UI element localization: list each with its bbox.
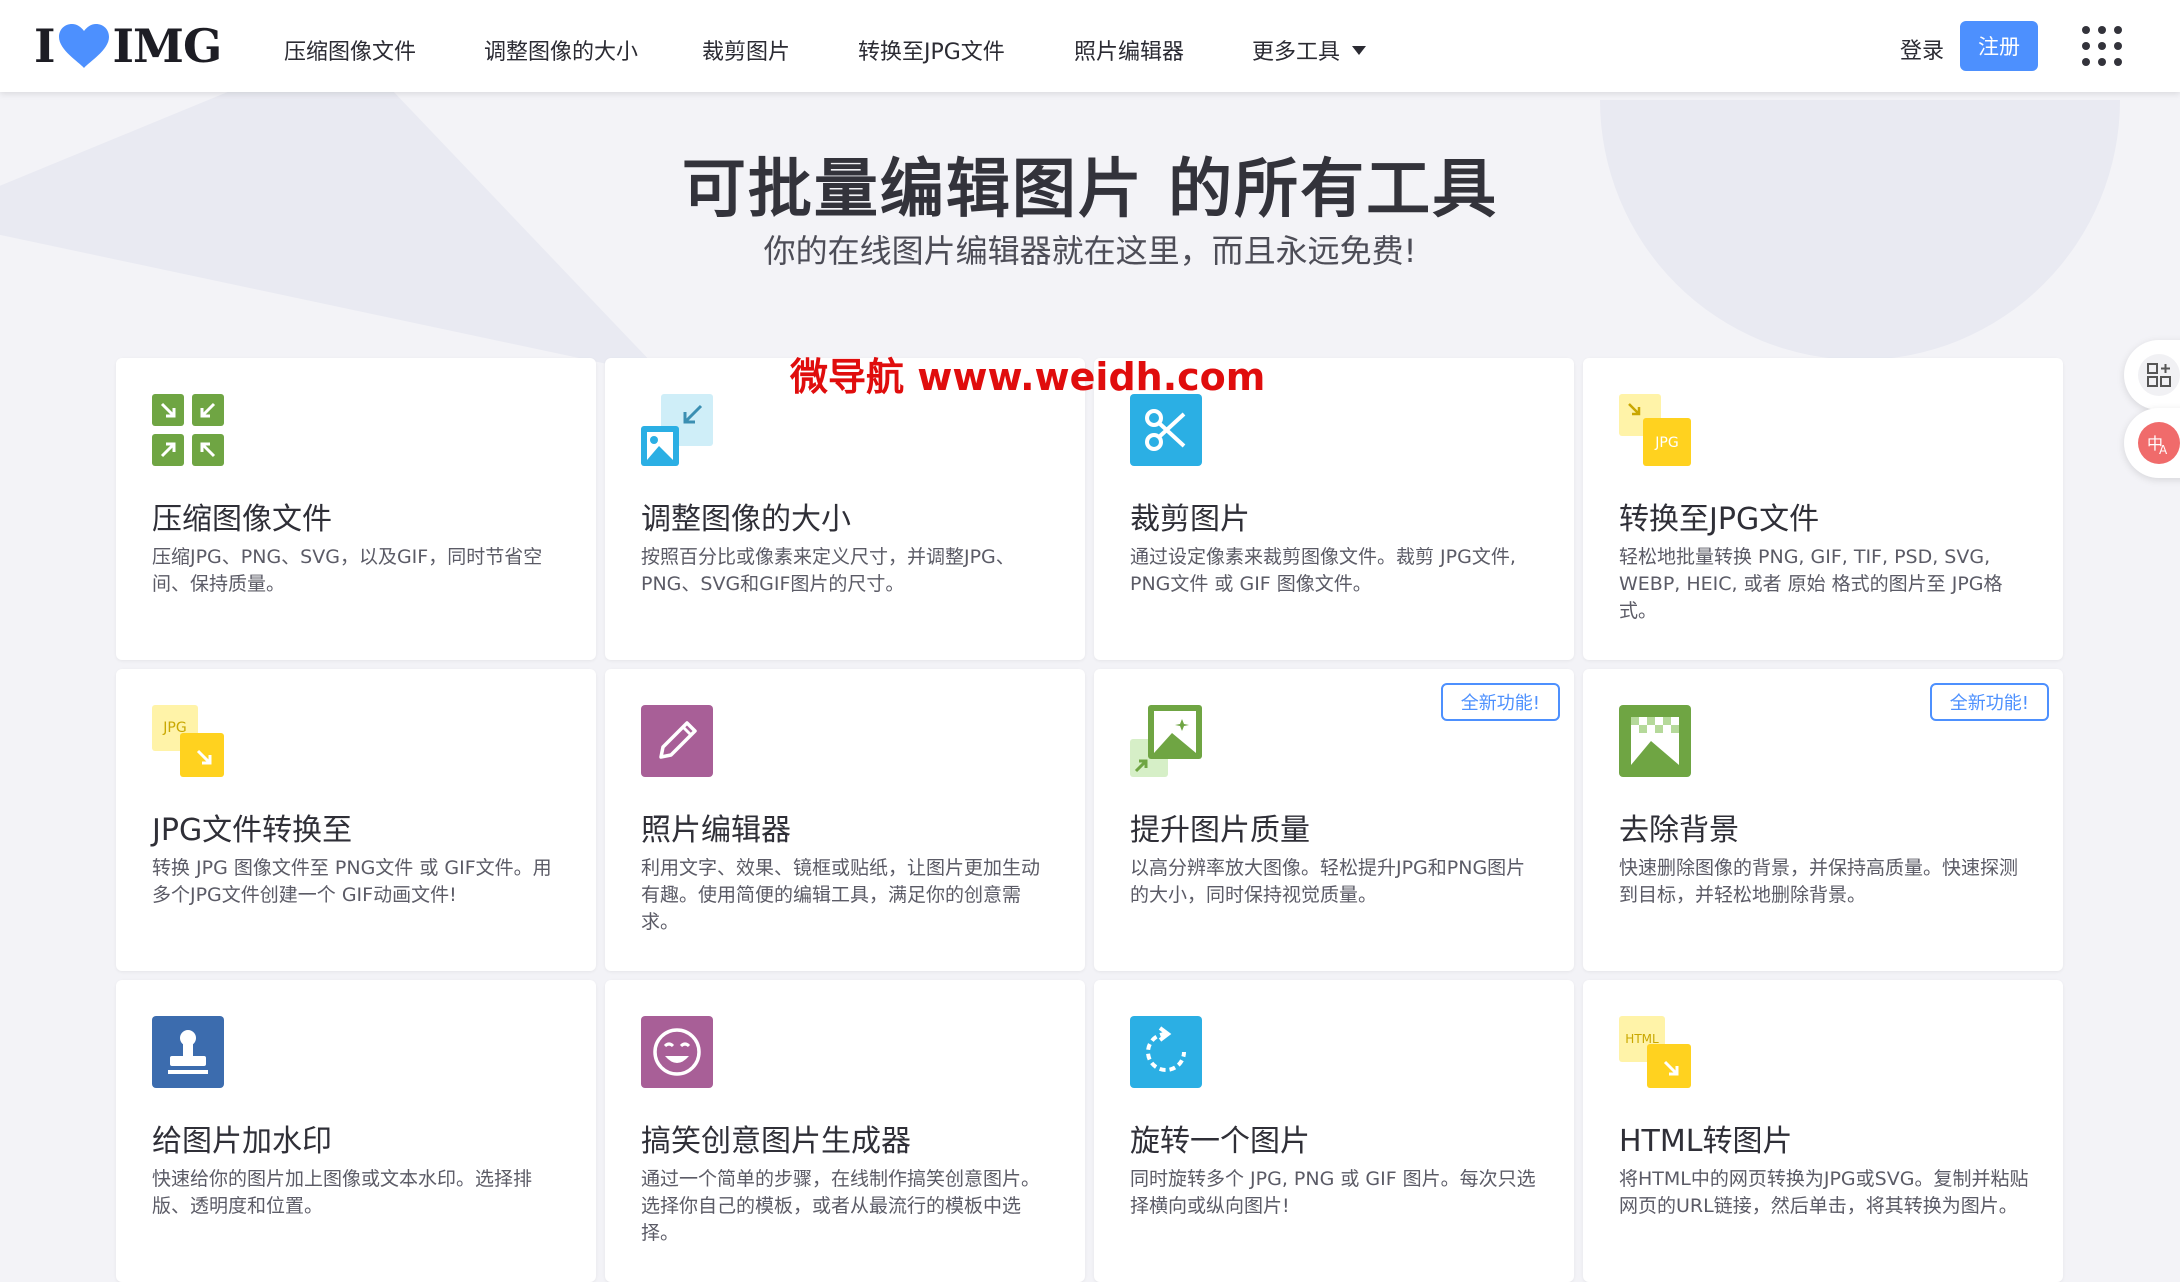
page-subtitle: 你的在线图片编辑器就在这里，而且永远免费!	[763, 232, 1417, 270]
heart-icon	[58, 24, 109, 68]
tool-title: 转换至JPG文件	[1619, 502, 1820, 537]
new-feature-badge: 全新功能!	[1440, 683, 1560, 721]
tool-title: JPG文件转换至	[152, 813, 353, 848]
tool-title: 调整图像的大小	[641, 502, 851, 537]
upscale-icon	[1130, 705, 1202, 777]
apps-grid-icon[interactable]	[2082, 26, 2122, 66]
nav-photo-editor[interactable]: 照片编辑器	[1074, 34, 1184, 66]
tool-description: 通过设定像素来裁剪图像文件。裁剪 JPG文件, PNG文件 或 GIF 图像文件…	[1130, 546, 1516, 595]
tool-card-resize[interactable]: 调整图像的大小 按照百分比或像素来定义尺寸，并调整JPG、PNG、SVG和GIF…	[605, 358, 1085, 660]
tool-card-meme[interactable]: 搞笑创意图片生成器 通过一个简单的步骤，在线制作搞笑创意图片。选择你自己的模板，…	[605, 980, 1085, 1282]
svg-text:HTML: HTML	[1625, 1032, 1659, 1046]
tool-title: 搞笑创意图片生成器	[641, 1124, 911, 1159]
convert-to-jpg-icon: JPG	[1619, 394, 1691, 466]
new-feature-badge: 全新功能!	[1929, 683, 2049, 721]
tool-title: 压缩图像文件	[152, 502, 332, 537]
tool-description: 快速给你的图片加上图像或文本水印。选择排版、透明度和位置。	[152, 1168, 533, 1217]
tool-title: 照片编辑器	[641, 813, 791, 848]
tool-card-photo-editor[interactable]: 照片编辑器 利用文字、效果、镜框或贴纸，让图片更加生动有趣。使用简便的编辑工具，…	[605, 669, 1085, 971]
logo-text-left: I	[34, 19, 56, 73]
tool-description: 利用文字、效果、镜框或贴纸，让图片更加生动有趣。使用简便的编辑工具，满足你的创意…	[641, 857, 1041, 933]
nav-resize[interactable]: 调整图像的大小	[484, 34, 638, 66]
tool-card-rotate[interactable]: 旋转一个图片 同时旋转多个 JPG, PNG 或 GIF 图片。每次只选择横向或…	[1094, 980, 1574, 1282]
compress-icon	[152, 394, 224, 466]
tool-card-compress[interactable]: 压缩图像文件 压缩JPG、PNG、SVG，以及GIF，同时节省空间、保持质量。	[116, 358, 596, 660]
remove-background-icon	[1619, 705, 1691, 777]
stamp-icon	[152, 1016, 224, 1088]
pencil-icon	[641, 705, 713, 777]
tool-card-watermark[interactable]: 给图片加水印 快速给你的图片加上图像或文本水印。选择排版、透明度和位置。	[116, 980, 596, 1282]
tool-description: 按照百分比或像素来定义尺寸，并调整JPG、PNG、SVG和GIF图片的尺寸。	[641, 546, 1015, 595]
tool-description: 轻松地批量转换 PNG, GIF, TIF, PSD, SVG, WEBP, H…	[1619, 546, 2003, 622]
tool-title: 旋转一个图片	[1130, 1124, 1310, 1159]
tool-title: 提升图片质量	[1130, 813, 1310, 848]
resize-icon	[641, 394, 713, 466]
tool-description: 同时旋转多个 JPG, PNG 或 GIF 图片。每次只选择横向或纵向图片!	[1130, 1168, 1536, 1217]
tool-card-crop[interactable]: 裁剪图片 通过设定像素来裁剪图像文件。裁剪 JPG文件, PNG文件 或 GIF…	[1094, 358, 1574, 660]
top-navigation-bar: I IMG 压缩图像文件 调整图像的大小 裁剪图片 转换至JPG文件 照片编辑器…	[0, 0, 2180, 92]
tool-description: 压缩JPG、PNG、SVG，以及GIF，同时节省空间、保持质量。	[152, 546, 543, 595]
side-translate-button[interactable]: 中A	[2124, 408, 2180, 478]
translate-icon: 中A	[2138, 422, 2180, 464]
site-logo[interactable]: I IMG	[34, 19, 223, 73]
signup-button[interactable]: 注册	[1960, 21, 2038, 71]
tool-card-upscale[interactable]: 全新功能! 提升图片质量 以高分辨率放大图像。轻松提升JPG和PNG图片的大小，…	[1094, 669, 1574, 971]
tool-description: 通过一个简单的步骤，在线制作搞笑创意图片。选择你自己的模板，或者从最流行的模板中…	[641, 1168, 1041, 1244]
tool-card-convert-from-jpg[interactable]: JPG JPG文件转换至 转换 JPG 图像文件至 PNG文件 或 GIF文件。…	[116, 669, 596, 971]
svg-text:JPG: JPG	[1654, 435, 1678, 451]
convert-from-jpg-icon: JPG	[152, 705, 224, 777]
caret-down-icon	[1352, 45, 1367, 55]
tool-title: 裁剪图片	[1130, 502, 1250, 537]
tool-card-html-to-image[interactable]: HTML HTML转图片 将HTML中的网页转换为JPG或SVG。复制并粘贴网页…	[1583, 980, 2063, 1282]
nav-more-tools-label: 更多工具	[1252, 40, 1341, 65]
crop-icon	[1130, 394, 1202, 466]
tool-card-remove-background[interactable]: 全新功能! 去除背景 快速删除图像的背景，并保持高质量。快速探测到目标，并轻松地…	[1583, 669, 2063, 971]
tool-description: 转换 JPG 图像文件至 PNG文件 或 GIF文件。用多个JPG文件创建一个 …	[152, 857, 552, 906]
svg-text:A: A	[2159, 443, 2168, 456]
widget-grid-icon	[2138, 354, 2180, 396]
tool-description: 将HTML中的网页转换为JPG或SVG。复制并粘贴网页的URL链接，然后单击，将…	[1619, 1168, 2029, 1217]
tool-title: HTML转图片	[1619, 1124, 1793, 1159]
tool-description: 以高分辨率放大图像。轻松提升JPG和PNG图片的大小，同时保持视觉质量。	[1130, 857, 1526, 906]
tool-title: 去除背景	[1619, 813, 1739, 848]
watermark-text: 微导航 www.weidh.com	[790, 355, 1266, 399]
login-link[interactable]: 登录	[1900, 33, 1944, 65]
nav-crop[interactable]: 裁剪图片	[702, 34, 790, 66]
tool-title: 给图片加水印	[152, 1124, 332, 1159]
tool-card-convert-to-jpg[interactable]: JPG 转换至JPG文件 轻松地批量转换 PNG, GIF, TIF, PSD,…	[1583, 358, 2063, 660]
meme-icon	[641, 1016, 713, 1088]
nav-convert-to-jpg[interactable]: 转换至JPG文件	[858, 34, 1005, 66]
tool-description: 快速删除图像的背景，并保持高质量。快速探测到目标，并轻松地删除背景。	[1619, 857, 2019, 906]
side-widget-button[interactable]	[2124, 340, 2180, 410]
nav-compress[interactable]: 压缩图像文件	[284, 34, 416, 66]
logo-text-right: IMG	[112, 19, 223, 73]
rotate-icon	[1130, 1016, 1202, 1088]
page-title: 可批量编辑图片 的所有工具	[681, 153, 1499, 227]
nav-more-tools[interactable]: 更多工具	[1252, 34, 1367, 66]
html-to-image-icon: HTML	[1619, 1016, 1691, 1088]
